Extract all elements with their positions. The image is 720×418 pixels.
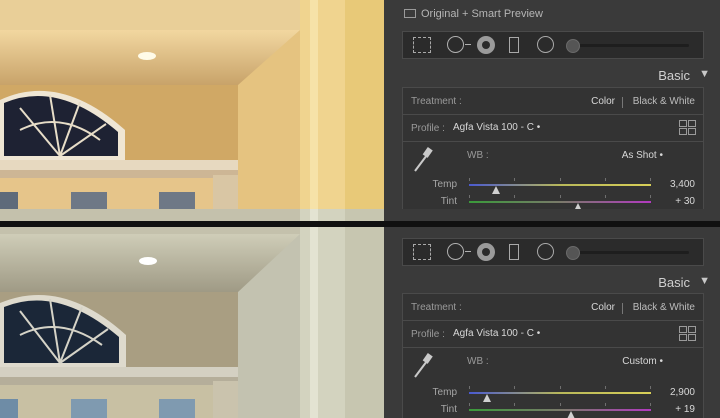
profile-row: Profile : Agfa Vista 100 - C • [403, 321, 703, 348]
basic-section-header[interactable]: Basic ▼ [384, 64, 720, 88]
spot-removal-icon[interactable] [447, 36, 471, 53]
smart-preview-icon [404, 8, 416, 18]
temp-slider-thumb[interactable] [483, 394, 492, 402]
tool-strip [402, 31, 704, 59]
wb-dropdown[interactable]: Custom • [622, 356, 663, 367]
temp-slider-track[interactable] [469, 392, 651, 402]
red-eye-icon[interactable] [477, 36, 495, 54]
temp-slider-track[interactable] [469, 184, 651, 194]
red-eye-icon[interactable] [477, 243, 495, 261]
profile-label: Profile : [411, 329, 445, 340]
photo-preview-after [0, 209, 384, 418]
temp-label: Temp [432, 387, 457, 398]
temp-slider-row: Temp 2,900 [403, 386, 703, 402]
temp-slider-row: Temp 3,400 [403, 178, 703, 194]
adjustment-brush-slider[interactable] [566, 39, 689, 53]
temp-value[interactable]: 3,400 [670, 179, 695, 190]
treatment-row: Treatment : Color Black & White [403, 294, 703, 321]
preview-status-text: Original + Smart Preview [421, 8, 543, 20]
treatment-row: Treatment : Color Black & White [403, 88, 703, 115]
after-view: Basic ▼ Treatment : Color Black & White … [0, 209, 720, 418]
temp-value[interactable]: 2,900 [670, 387, 695, 398]
section-title: Basic [658, 68, 690, 83]
develop-panel-after: Basic ▼ Treatment : Color Black & White … [384, 209, 720, 418]
photo-preview-before [0, 0, 384, 209]
white-balance-selector-icon[interactable] [411, 145, 435, 175]
tint-slider-track[interactable] [469, 201, 651, 209]
tint-slider-track[interactable] [469, 409, 651, 418]
basic-panel-body: Treatment : Color Black & White Profile … [402, 293, 704, 418]
divider [622, 303, 623, 314]
treatment-color-button[interactable]: Color [591, 302, 615, 313]
graduated-filter-icon[interactable] [509, 244, 519, 260]
collapse-arrow-icon[interactable]: ▼ [699, 68, 710, 80]
tint-label: Tint [440, 404, 457, 415]
comparison-divider [0, 221, 720, 227]
crop-overlay-icon[interactable] [413, 244, 431, 260]
before-view: Original + Smart Preview Basic ▼ Treatme… [0, 0, 720, 209]
divider [622, 97, 623, 108]
basic-panel-body: Treatment : Color Black & White Profile … [402, 87, 704, 209]
profile-browser-icon[interactable] [679, 120, 696, 135]
temp-slider-thumb[interactable] [492, 186, 501, 194]
treatment-color-button[interactable]: Color [591, 96, 615, 107]
preview-status: Original + Smart Preview [404, 4, 710, 24]
radial-filter-icon[interactable] [537, 243, 554, 260]
white-balance-selector-icon[interactable] [411, 351, 435, 381]
wb-label: WB : [467, 150, 489, 161]
collapse-arrow-icon[interactable]: ▼ [699, 275, 710, 287]
spot-removal-icon[interactable] [447, 243, 471, 260]
tool-strip [402, 238, 704, 266]
tint-slider-thumb[interactable] [566, 411, 575, 418]
tint-label: Tint [440, 196, 457, 207]
adjustment-brush-slider[interactable] [566, 246, 689, 260]
graduated-filter-icon[interactable] [509, 37, 519, 53]
slider-ticks [469, 195, 651, 199]
crop-overlay-icon[interactable] [413, 37, 431, 53]
profile-row: Profile : Agfa Vista 100 - C • [403, 115, 703, 142]
treatment-label: Treatment : [411, 96, 462, 107]
slider-ticks [469, 178, 651, 182]
profile-dropdown[interactable]: Agfa Vista 100 - C • [453, 122, 540, 133]
section-title: Basic [658, 275, 690, 290]
treatment-bw-button[interactable]: Black & White [633, 96, 695, 107]
wb-label: WB : [467, 356, 489, 367]
tint-slider-row: Tint + 30 [403, 195, 703, 209]
treatment-label: Treatment : [411, 302, 462, 313]
adjustment-brush-icon[interactable] [566, 39, 580, 53]
profile-label: Profile : [411, 123, 445, 134]
wb-dropdown[interactable]: As Shot • [622, 150, 663, 161]
adjustment-brush-icon[interactable] [566, 246, 580, 260]
profile-browser-icon[interactable] [679, 326, 696, 341]
profile-dropdown[interactable]: Agfa Vista 100 - C • [453, 328, 540, 339]
temp-label: Temp [432, 179, 457, 190]
develop-panel-before: Original + Smart Preview Basic ▼ Treatme… [384, 0, 720, 209]
treatment-bw-button[interactable]: Black & White [633, 302, 695, 313]
slider-ticks [469, 403, 651, 407]
basic-section-header[interactable]: Basic ▼ [384, 271, 720, 295]
tint-slider-row: Tint + 19 [403, 403, 703, 418]
radial-filter-icon[interactable] [537, 36, 554, 53]
tint-value[interactable]: + 30 [675, 196, 695, 207]
tint-value[interactable]: + 19 [675, 404, 695, 415]
slider-ticks [469, 386, 651, 390]
